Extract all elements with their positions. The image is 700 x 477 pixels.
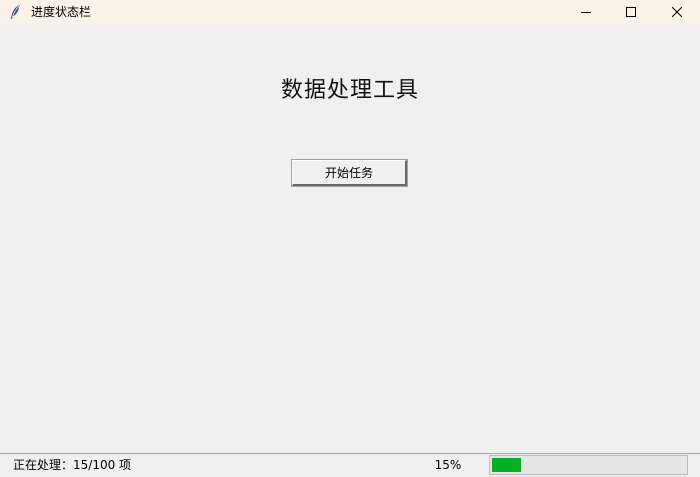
progress-percent: 15% <box>434 458 462 472</box>
close-button[interactable] <box>654 0 700 24</box>
status-bar: 正在处理：15/100 项 15% <box>0 453 700 477</box>
maximize-button[interactable] <box>608 0 654 24</box>
minimize-button[interactable] <box>563 0 609 24</box>
minimize-icon <box>581 7 591 17</box>
page-title: 数据处理工具 <box>280 78 419 103</box>
title-bar[interactable]: 进度状态栏 <box>0 0 700 24</box>
status-text: 正在处理：15/100 项 <box>13 458 132 472</box>
start-task-button[interactable]: 开始任务 <box>291 159 408 187</box>
close-icon <box>672 7 682 17</box>
window-title: 进度状态栏 <box>31 5 92 19</box>
progress-bar <box>489 455 688 475</box>
maximize-icon <box>626 7 636 17</box>
progress-fill <box>492 458 521 472</box>
app-window: 进度状态栏 数据处理工具 开始任务 正在处理：15/100 项 15% <box>0 0 700 477</box>
feather-icon <box>8 4 22 20</box>
